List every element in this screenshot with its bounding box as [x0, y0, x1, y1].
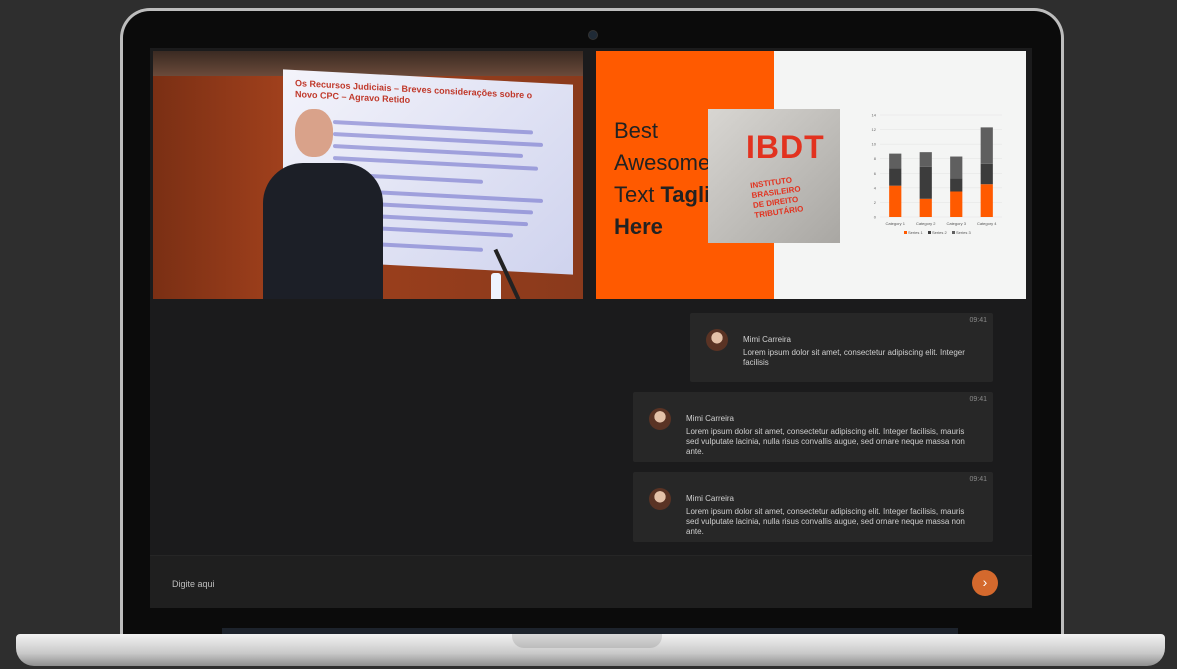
ceiling [153, 51, 583, 76]
message-text: Lorem ipsum dolor sit amet, consectetur … [686, 507, 965, 536]
chart-y-tick-label: 6 [874, 171, 877, 176]
chart-legend-label: Series 2 [932, 230, 947, 235]
message-time: 09:41 [969, 476, 987, 483]
chart-x-tick-label: Category 1 [885, 221, 905, 226]
webcam-icon [588, 30, 598, 40]
chart-bar-segment [889, 185, 902, 217]
chart-y-tick-label: 14 [872, 113, 877, 118]
chart-bar-segment [889, 168, 902, 186]
ibdt-logo-photo: IBDT INSTITUTO BRASILEIRO DE DIREITO TRI… [708, 109, 840, 243]
chart-bar-segment [950, 191, 963, 217]
message-time: 09:41 [969, 317, 987, 324]
chart-legend-label: Series 3 [956, 230, 971, 235]
laptop-base-notch [512, 634, 662, 648]
chart-bar-segment [950, 156, 963, 179]
chart-bar-segment [889, 153, 902, 169]
chart-bar-segment [919, 152, 932, 167]
slide-title: Os Recursos Judiciais – Breves considera… [295, 78, 533, 106]
chart-bar-segment [980, 184, 993, 217]
tagline-line-3a: Text [614, 182, 655, 207]
chat-messages: 09:41 Mimi Carreira Lorem ipsum dolor si… [150, 312, 1032, 555]
chevron-right-icon: › [982, 574, 988, 590]
chart-x-tick-label: Category 3 [946, 221, 966, 226]
chart-y-tick-label: 8 [874, 156, 877, 161]
logo-text: IBDT [746, 129, 825, 165]
message-text: Lorem ipsum dolor sit amet, consectetur … [686, 427, 965, 456]
logo-subtitle: INSTITUTO BRASILEIRO DE DIREITO TRIBUTÁR… [750, 169, 843, 221]
speaker-head [295, 109, 333, 157]
chart-bar-segment [980, 163, 993, 185]
chart-bar-segment [950, 178, 963, 192]
speaker-body [263, 163, 383, 299]
chart-legend-swatch [928, 231, 931, 234]
chart-legend-label: Series 1 [908, 230, 923, 235]
chart-legend-swatch [904, 231, 907, 234]
message-card: 09:41 Mimi Carreira Lorem ipsum dolor si… [633, 392, 993, 462]
avatar [706, 329, 728, 351]
message-author: Mimi Carreira [686, 414, 734, 423]
message-card: 09:41 Mimi Carreira Lorem ipsum dolor si… [690, 313, 993, 382]
message-card: 09:41 Mimi Carreira Lorem ipsum dolor si… [633, 472, 993, 542]
chart-y-tick-label: 10 [872, 142, 877, 147]
stacked-bar-chart: 0 2 4 6 8 10 12 14 Category 1 Category 2 Category … [872, 113, 1002, 235]
chart-y-tick-label: 2 [874, 200, 877, 205]
chart-bar-segment [919, 198, 932, 217]
send-button[interactable]: › [972, 570, 998, 596]
chart-bar-segment [980, 127, 993, 164]
avatar [649, 408, 671, 430]
chart-y-tick-label: 12 [872, 127, 877, 132]
app-screen: Os Recursos Judiciais – Breves considera… [150, 48, 1032, 608]
water-bottle [491, 273, 501, 299]
chart-x-tick-label: Category 2 [916, 221, 936, 226]
chart-legend-swatch [952, 231, 955, 234]
avatar [649, 488, 671, 510]
chart-x-tick-label: Category 4 [977, 221, 997, 226]
message-author: Mimi Carreira [686, 494, 734, 503]
chart-y-tick-label: 4 [874, 185, 877, 190]
chart-bar-segment [919, 166, 932, 199]
message-input-bar: › [150, 555, 1032, 608]
speaker-video[interactable]: Os Recursos Judiciais – Breves considera… [153, 51, 583, 299]
message-input[interactable] [170, 574, 954, 594]
message-text: Lorem ipsum dolor sit amet, consectetur … [743, 348, 965, 367]
message-author: Mimi Carreira [743, 335, 791, 344]
chart-y-tick-label: 0 [874, 215, 877, 220]
presentation-slide[interactable]: Best Awesome Text Tagline Here IBDT INST… [596, 51, 1026, 299]
message-time: 09:41 [969, 396, 987, 403]
